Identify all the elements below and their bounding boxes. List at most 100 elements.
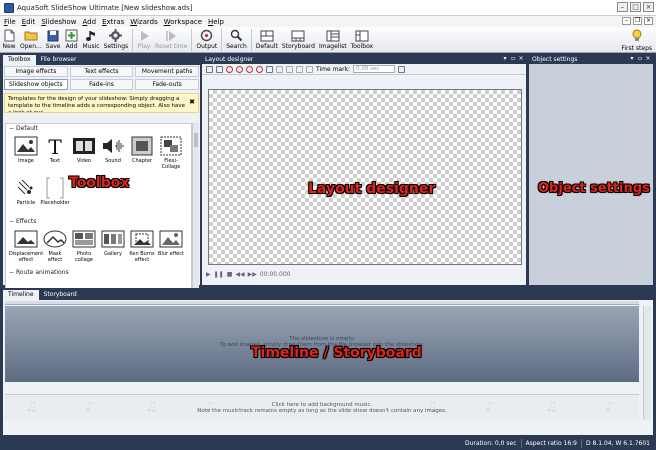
step-back-icon[interactable]: ◀◀ <box>235 271 244 278</box>
panel-close-icon[interactable]: × <box>645 56 651 62</box>
folder-icon <box>24 29 38 42</box>
mdi-restore-button[interactable]: ❐ <box>633 17 642 25</box>
play-button[interactable]: Play <box>137 27 151 53</box>
minimize-button[interactable]: – <box>617 2 628 12</box>
object-mask-effect[interactable]: Mask effect <box>41 226 69 268</box>
status-bar: Duration: 0,0 sec Aspect ratio 16:9 D 8.… <box>0 437 656 450</box>
playback-bar: ▶ ❚❚ ■ ◀◀ ▶▶ 00:00.000 <box>206 271 290 278</box>
subtab-fade-outs[interactable]: Fade-outs <box>135 79 199 90</box>
first-steps-button[interactable]: First steps <box>621 29 652 52</box>
subtab-image-effects[interactable]: Image effects <box>4 66 68 77</box>
close-button[interactable]: × <box>643 2 654 12</box>
object-image[interactable]: Image <box>12 133 40 175</box>
maximize-button[interactable]: □ <box>630 2 641 12</box>
panel-menu-icon[interactable]: ▾ <box>629 56 635 62</box>
pause-icon[interactable]: ❚❚ <box>214 271 224 278</box>
save-frame-icon[interactable] <box>398 65 406 73</box>
music-button[interactable]: Music <box>82 27 100 53</box>
group-route-animations[interactable]: Route animations <box>6 268 191 277</box>
menu-workspace[interactable]: Workspace <box>164 18 202 26</box>
time-mark-input[interactable]: 0,00 sec <box>353 65 396 73</box>
layout-imagelist-icon <box>326 29 340 42</box>
select-tool-icon[interactable] <box>206 65 213 73</box>
settings-button[interactable]: Settings <box>104 27 128 53</box>
timeline-vertical-scrollbar[interactable] <box>643 306 651 420</box>
object-photo-collage[interactable]: Photo collage <box>70 226 98 268</box>
group-default[interactable]: Default <box>6 124 191 133</box>
save-button[interactable]: Save <box>46 27 60 53</box>
stop-icon[interactable]: ■ <box>227 271 233 278</box>
object-particle[interactable]: Particle <box>12 175 40 217</box>
subtab-text-effects[interactable]: Text effects <box>69 66 134 77</box>
app-window: AquaSoft SlideShow Ultimate [New slidesh… <box>0 0 656 450</box>
step-forward-icon[interactable]: ▶▶ <box>248 271 257 278</box>
object-displacement-effect[interactable]: Displacement effect <box>9 226 43 268</box>
panel-close-icon[interactable]: × <box>518 56 524 62</box>
distribute-icon[interactable] <box>296 65 303 73</box>
object-chapter[interactable]: Chapter <box>128 133 156 175</box>
object-gallery[interactable]: Gallery <box>99 226 127 268</box>
timeline-horizontal-scrollbar[interactable] <box>5 422 651 430</box>
toolbar-separator <box>221 29 223 51</box>
snap-icon[interactable] <box>306 65 313 73</box>
layout-canvas[interactable] <box>208 89 522 265</box>
subtab-fade-ins[interactable]: Fade-ins <box>69 79 134 90</box>
menu-slideshow[interactable]: Slideshow <box>41 18 76 26</box>
object-text[interactable]: T Text <box>41 133 69 175</box>
tab-toolbox[interactable]: Toolbox <box>3 55 36 65</box>
toolbox-label: Toolbox <box>350 43 374 50</box>
new-button[interactable]: New <box>2 27 16 53</box>
toolbox-layout-button[interactable]: Toolbox <box>350 27 374 53</box>
tab-timeline[interactable]: Timeline <box>3 290 39 300</box>
panel-pin-icon[interactable]: ▫ <box>637 56 643 62</box>
layout-designer-header: Layout designer ▾ ▫ × <box>202 55 526 64</box>
object-placeholder[interactable]: Placeholder <box>40 175 70 217</box>
play-icon[interactable]: ▶ <box>206 271 211 278</box>
zoom-in-icon[interactable] <box>226 65 233 73</box>
imagelist-layout-button[interactable]: Imagelist <box>319 27 347 53</box>
arrange-icon[interactable] <box>286 65 293 73</box>
search-icon <box>230 29 244 42</box>
search-button[interactable]: Search <box>226 27 247 53</box>
menu-add[interactable]: Add <box>83 18 97 26</box>
film-strip-icon <box>72 135 96 157</box>
subtab-slideshow-objects[interactable]: Slideshow objects <box>4 79 68 90</box>
open-button[interactable]: Open... <box>20 27 42 53</box>
mdi-close-button[interactable]: × <box>644 17 653 25</box>
storyboard-layout-button[interactable]: Storyboard <box>282 27 315 53</box>
object-flexi-collage[interactable]: Flexi-Collage <box>157 133 185 175</box>
subtab-movement-paths[interactable]: Movement paths <box>135 66 199 77</box>
mdi-minimize-button[interactable]: – <box>622 17 631 25</box>
grid-icon[interactable] <box>266 65 273 73</box>
align-icon[interactable] <box>276 65 283 73</box>
object-sound[interactable]: Sound <box>99 133 127 175</box>
tab-storyboard[interactable]: Storyboard <box>39 290 82 300</box>
music-track[interactable]: ♫ ♪ ♫ ♪ ♫ ♪ ♫ ♪ Click here to add backgr… <box>5 394 639 420</box>
hand-tool-icon[interactable] <box>216 65 223 73</box>
time-ruler[interactable] <box>5 301 639 305</box>
menu-help[interactable]: Help <box>208 18 224 26</box>
object-blur-effect[interactable]: Blur effect <box>157 226 185 268</box>
output-button[interactable]: Output <box>196 27 217 53</box>
timeline-track-area[interactable]: The slideshow is empty. To add images, s… <box>5 306 639 382</box>
group-effects[interactable]: Effects <box>6 217 191 226</box>
zoom-fit-icon[interactable] <box>246 65 253 73</box>
reset-time-button[interactable]: Reset time <box>155 27 187 53</box>
zoom-out-icon[interactable] <box>236 65 243 73</box>
object-settings-panel: Object settings ▾ ▫ × Object settings <box>529 55 653 285</box>
object-video[interactable]: Video <box>70 133 98 175</box>
menu-extras[interactable]: Extras <box>102 18 124 26</box>
panel-pin-icon[interactable]: ▫ <box>510 56 516 62</box>
menu-edit[interactable]: Edit <box>22 18 36 26</box>
menu-wizards[interactable]: Wizards <box>130 18 158 26</box>
menu-file[interactable]: File <box>4 18 16 26</box>
zoom-100-icon[interactable] <box>256 65 263 73</box>
object-ken-burns-effect[interactable]: Ken Burns effect <box>128 226 156 268</box>
add-icon <box>64 29 78 42</box>
panel-menu-icon[interactable]: ▾ <box>502 56 508 62</box>
tab-file-browser[interactable]: File browser <box>36 55 82 65</box>
add-button[interactable]: Add <box>64 27 78 53</box>
reset-time-icon <box>164 29 178 42</box>
hint-close-icon[interactable]: ✖ <box>189 99 195 106</box>
default-layout-button[interactable]: Default <box>256 27 278 53</box>
